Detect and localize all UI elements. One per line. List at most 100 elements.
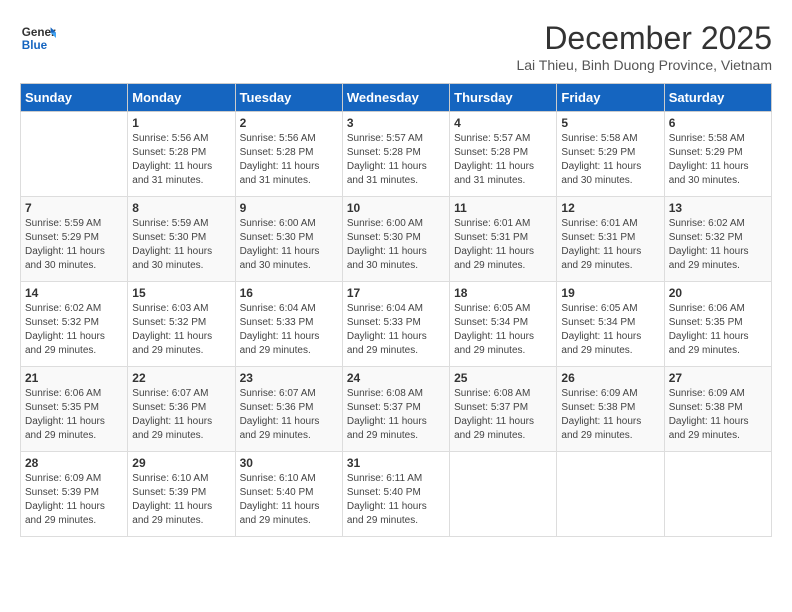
svg-text:Blue: Blue: [22, 39, 48, 52]
calendar-cell: 2 Sunrise: 5:56 AM Sunset: 5:28 PM Daylig…: [235, 112, 342, 197]
calendar-cell: 29Sunrise: 6:10 AM Sunset: 5:39 PM Dayli…: [128, 452, 235, 537]
day-number: 31: [347, 456, 445, 470]
day-info: Sunrise: 6:08 AM Sunset: 5:37 PM Dayligh…: [347, 387, 445, 443]
calendar-cell: 16 Sunrise: 6:04 AM Sunset: 5:33 PM Dayli…: [235, 282, 342, 367]
day-info: Sunrise: 6:11 AM Sunset: 5:40 PM Dayligh…: [347, 472, 445, 528]
calendar-cell: 6 Sunrise: 5:58 AM Sunset: 5:29 PM Daylig…: [664, 112, 771, 197]
calendar-cell: 8 Sunrise: 5:59 AM Sunset: 5:30 PM Daylig…: [128, 197, 235, 282]
day-number: 17: [347, 286, 445, 300]
day-info: Sunrise: 6:02 AM Sunset: 5:32 PM Dayligh…: [669, 217, 767, 273]
day-number: 2: [240, 116, 338, 130]
day-info: Sunrise: 6:00 AM Sunset: 5:30 PM Dayligh…: [240, 217, 338, 273]
calendar-cell: 24 Sunrise: 6:08 AM Sunset: 5:37 PM Dayli…: [342, 367, 449, 452]
day-number: 11: [454, 201, 552, 215]
logo-icon: General Blue: [20, 20, 56, 56]
calendar-week-row: 7 Sunrise: 5:59 AM Sunset: 5:29 PM Daylig…: [21, 197, 772, 282]
day-info: Sunrise: 6:09 AM Sunset: 5:38 PM Dayligh…: [669, 387, 767, 443]
day-number: 16: [240, 286, 338, 300]
calendar-cell: 26 Sunrise: 6:09 AM Sunset: 5:38 PM Dayli…: [557, 367, 664, 452]
day-of-week-header: Monday: [128, 84, 235, 112]
day-info: Sunrise: 6:09 AM Sunset: 5:38 PM Dayligh…: [561, 387, 659, 443]
day-info: Sunrise: 5:57 AM Sunset: 5:28 PM Dayligh…: [347, 132, 445, 188]
calendar-week-row: 1 Sunrise: 5:56 AM Sunset: 5:28 PM Daylig…: [21, 112, 772, 197]
day-number: 12: [561, 201, 659, 215]
day-number: 25: [454, 371, 552, 385]
day-info: Sunrise: 6:05 AM Sunset: 5:34 PM Dayligh…: [454, 302, 552, 358]
day-info: Sunrise: 6:09 AM Sunset: 5:39 PM Dayligh…: [25, 472, 123, 528]
calendar-cell: 10Sunrise: 6:00 AM Sunset: 5:30 PM Dayli…: [342, 197, 449, 282]
calendar-cell: 12 Sunrise: 6:01 AM Sunset: 5:31 PM Dayli…: [557, 197, 664, 282]
day-number: 19: [561, 286, 659, 300]
calendar-cell: 22Sunrise: 6:07 AM Sunset: 5:36 PM Dayli…: [128, 367, 235, 452]
day-number: 8: [132, 201, 230, 215]
day-info: Sunrise: 5:59 AM Sunset: 5:29 PM Dayligh…: [25, 217, 123, 273]
day-info: Sunrise: 6:07 AM Sunset: 5:36 PM Dayligh…: [240, 387, 338, 443]
day-number: 4: [454, 116, 552, 130]
day-number: 21: [25, 371, 123, 385]
day-info: Sunrise: 6:06 AM Sunset: 5:35 PM Dayligh…: [669, 302, 767, 358]
day-info: Sunrise: 6:08 AM Sunset: 5:37 PM Dayligh…: [454, 387, 552, 443]
calendar-cell: 13Sunrise: 6:02 AM Sunset: 5:32 PM Dayli…: [664, 197, 771, 282]
day-info: Sunrise: 6:04 AM Sunset: 5:33 PM Dayligh…: [240, 302, 338, 358]
calendar-cell: [557, 452, 664, 537]
calendar-cell: 1Sunrise: 5:56 AM Sunset: 5:28 PM Daylig…: [128, 112, 235, 197]
location-subtitle: Lai Thieu, Binh Duong Province, Vietnam: [516, 57, 772, 73]
day-info: Sunrise: 5:57 AM Sunset: 5:28 PM Dayligh…: [454, 132, 552, 188]
day-number: 28: [25, 456, 123, 470]
day-info: Sunrise: 6:01 AM Sunset: 5:31 PM Dayligh…: [561, 217, 659, 273]
calendar-cell: [450, 452, 557, 537]
calendar-cell: 9 Sunrise: 6:00 AM Sunset: 5:30 PM Daylig…: [235, 197, 342, 282]
month-title: December 2025: [516, 20, 772, 57]
calendar-cell: 20 Sunrise: 6:06 AM Sunset: 5:35 PM Dayli…: [664, 282, 771, 367]
day-info: Sunrise: 5:58 AM Sunset: 5:29 PM Dayligh…: [561, 132, 659, 188]
day-number: 27: [669, 371, 767, 385]
day-number: 14: [25, 286, 123, 300]
calendar-cell: 19 Sunrise: 6:05 AM Sunset: 5:34 PM Dayli…: [557, 282, 664, 367]
day-info: Sunrise: 6:05 AM Sunset: 5:34 PM Dayligh…: [561, 302, 659, 358]
day-info: Sunrise: 5:59 AM Sunset: 5:30 PM Dayligh…: [132, 217, 230, 273]
day-number: 29: [132, 456, 230, 470]
day-number: 5: [561, 116, 659, 130]
calendar-cell: 15 Sunrise: 6:03 AM Sunset: 5:32 PM Dayli…: [128, 282, 235, 367]
day-info: Sunrise: 6:04 AM Sunset: 5:33 PM Dayligh…: [347, 302, 445, 358]
day-number: 10: [347, 201, 445, 215]
calendar-cell: 28 Sunrise: 6:09 AM Sunset: 5:39 PM Dayli…: [21, 452, 128, 537]
day-number: 9: [240, 201, 338, 215]
calendar-cell: [21, 112, 128, 197]
day-number: 15: [132, 286, 230, 300]
calendar-cell: 3 Sunrise: 5:57 AM Sunset: 5:28 PM Daylig…: [342, 112, 449, 197]
calendar-week-row: 28 Sunrise: 6:09 AM Sunset: 5:39 PM Dayli…: [21, 452, 772, 537]
day-number: 7: [25, 201, 123, 215]
calendar-week-row: 21Sunrise: 6:06 AM Sunset: 5:35 PM Dayli…: [21, 367, 772, 452]
day-number: 6: [669, 116, 767, 130]
day-info: Sunrise: 6:03 AM Sunset: 5:32 PM Dayligh…: [132, 302, 230, 358]
calendar-cell: 5 Sunrise: 5:58 AM Sunset: 5:29 PM Daylig…: [557, 112, 664, 197]
day-info: Sunrise: 6:01 AM Sunset: 5:31 PM Dayligh…: [454, 217, 552, 273]
day-number: 1: [132, 116, 230, 130]
calendar-header-row: SundayMondayTuesdayWednesdayThursdayFrid…: [21, 84, 772, 112]
day-of-week-header: Wednesday: [342, 84, 449, 112]
day-number: 30: [240, 456, 338, 470]
calendar-cell: 7 Sunrise: 5:59 AM Sunset: 5:29 PM Daylig…: [21, 197, 128, 282]
calendar-cell: 25 Sunrise: 6:08 AM Sunset: 5:37 PM Dayli…: [450, 367, 557, 452]
day-number: 3: [347, 116, 445, 130]
day-number: 24: [347, 371, 445, 385]
calendar-cell: 17 Sunrise: 6:04 AM Sunset: 5:33 PM Dayli…: [342, 282, 449, 367]
day-info: Sunrise: 6:07 AM Sunset: 5:36 PM Dayligh…: [132, 387, 230, 443]
calendar-cell: 31 Sunrise: 6:11 AM Sunset: 5:40 PM Dayli…: [342, 452, 449, 537]
day-info: Sunrise: 5:56 AM Sunset: 5:28 PM Dayligh…: [240, 132, 338, 188]
day-number: 26: [561, 371, 659, 385]
calendar-cell: 27 Sunrise: 6:09 AM Sunset: 5:38 PM Dayli…: [664, 367, 771, 452]
day-of-week-header: Saturday: [664, 84, 771, 112]
day-number: 18: [454, 286, 552, 300]
day-of-week-header: Tuesday: [235, 84, 342, 112]
day-info: Sunrise: 6:10 AM Sunset: 5:40 PM Dayligh…: [240, 472, 338, 528]
title-block: December 2025 Lai Thieu, Binh Duong Prov…: [516, 20, 772, 73]
calendar-week-row: 14 Sunrise: 6:02 AM Sunset: 5:32 PM Dayli…: [21, 282, 772, 367]
day-number: 20: [669, 286, 767, 300]
calendar-cell: 14 Sunrise: 6:02 AM Sunset: 5:32 PM Dayli…: [21, 282, 128, 367]
day-info: Sunrise: 6:02 AM Sunset: 5:32 PM Dayligh…: [25, 302, 123, 358]
calendar-table: SundayMondayTuesdayWednesdayThursdayFrid…: [20, 83, 772, 537]
day-info: Sunrise: 5:58 AM Sunset: 5:29 PM Dayligh…: [669, 132, 767, 188]
logo: General Blue: [20, 20, 56, 56]
